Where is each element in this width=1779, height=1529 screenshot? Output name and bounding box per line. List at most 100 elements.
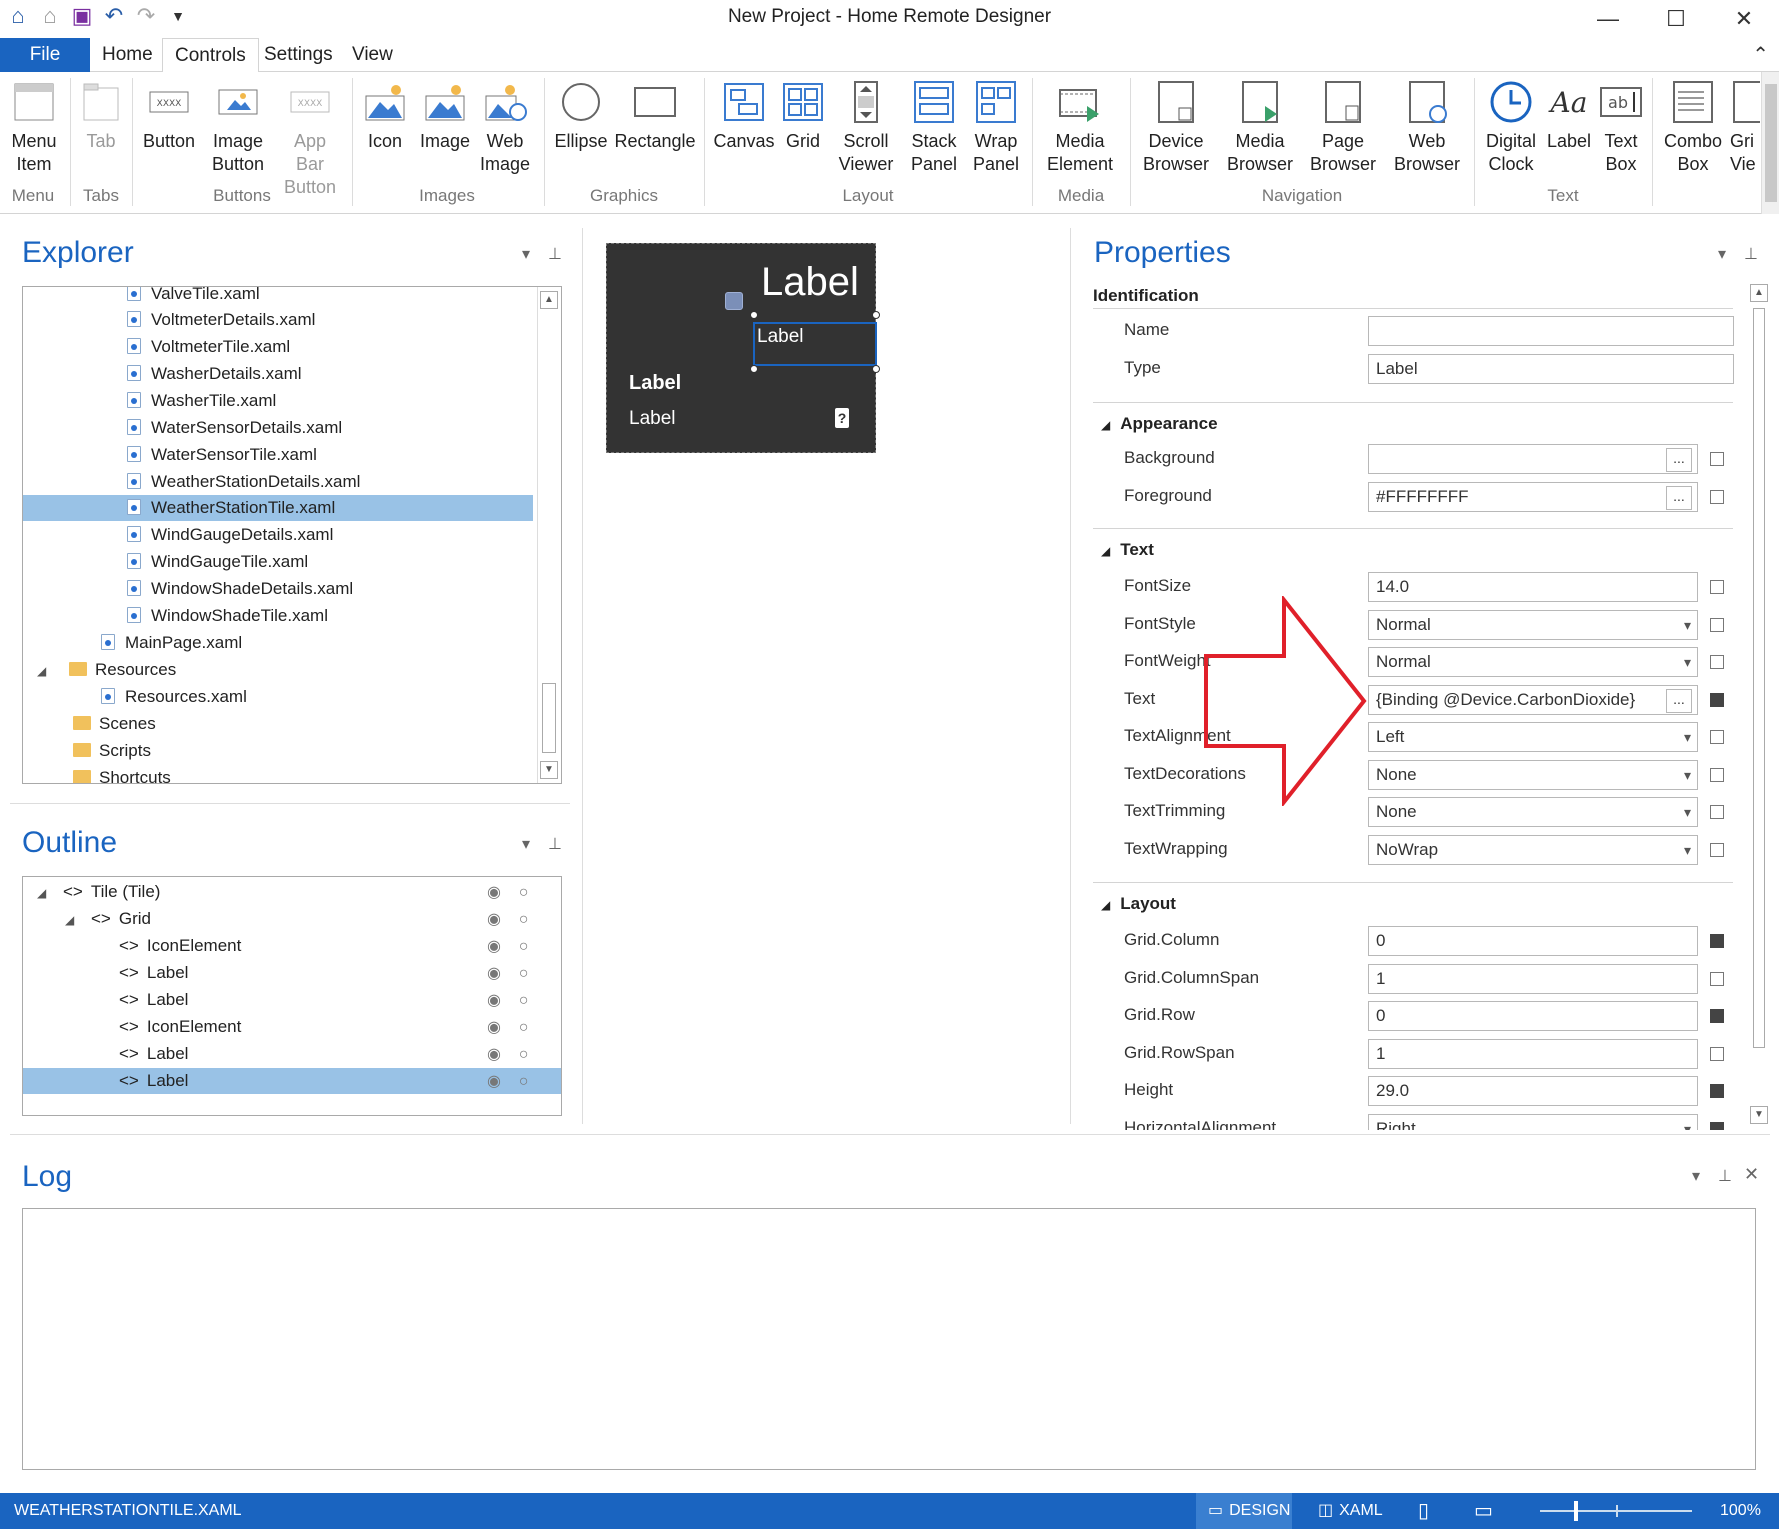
ellipsis-button[interactable]: ... xyxy=(1666,448,1692,472)
prop-texttrimming-select[interactable]: None xyxy=(1368,797,1698,827)
media-element-control[interactable]: Media Element xyxy=(1036,80,1124,176)
label-control[interactable]: Aa Label xyxy=(1544,80,1594,153)
prop-textwrapping-select[interactable]: NoWrap xyxy=(1368,835,1698,865)
zoom-slider-thumb[interactable] xyxy=(1574,1501,1578,1521)
property-marker[interactable] xyxy=(1710,452,1724,466)
eye-icon[interactable]: ◉ ○ xyxy=(487,960,547,987)
web-image-control[interactable]: Web Image xyxy=(476,80,534,176)
list-item[interactable]: Scripts xyxy=(23,738,533,764)
battery-icon[interactable]: ? xyxy=(835,408,849,428)
list-item[interactable]: ValveTile.xaml xyxy=(23,287,533,307)
button-control[interactable]: XXXX Button xyxy=(136,80,202,153)
outline-item[interactable]: ◢ <> Grid xyxy=(23,906,561,932)
property-marker[interactable] xyxy=(1710,655,1724,669)
prop-fontweight-select[interactable]: Normal xyxy=(1368,647,1698,677)
property-marker[interactable] xyxy=(1710,843,1724,857)
outline-item-selected[interactable]: <> Label xyxy=(23,1068,561,1094)
split-horizontal-icon[interactable]: ▭ xyxy=(1474,1493,1493,1529)
expand-arrow-icon[interactable]: ◢ xyxy=(37,880,51,906)
list-item[interactable]: WasherTile.xaml xyxy=(23,388,533,414)
tile-bold-label[interactable]: Label xyxy=(629,372,681,395)
list-item[interactable]: ◢ Resources xyxy=(23,657,533,683)
outline-item[interactable]: <> Label xyxy=(23,960,561,986)
icon-element-placeholder-icon[interactable] xyxy=(725,292,743,310)
tab-view[interactable]: View xyxy=(340,38,405,72)
prop-name-input[interactable] xyxy=(1368,316,1734,346)
expand-arrow-icon[interactable]: ◢ xyxy=(37,658,51,684)
prop-textdecorations-select[interactable]: None xyxy=(1368,760,1698,790)
explorer-dropdown-icon[interactable]: ▾ xyxy=(522,244,530,264)
prop-halign-select[interactable]: Right xyxy=(1368,1114,1698,1130)
digital-clock-control[interactable]: Digital Clock xyxy=(1478,80,1544,176)
ellipsis-button[interactable]: ... xyxy=(1666,486,1692,510)
rectangle-control[interactable]: Rectangle xyxy=(614,80,696,153)
prop-gridcolumn-input[interactable]: 0 xyxy=(1368,926,1698,956)
combo-box-control[interactable]: Combo Box xyxy=(1656,80,1730,176)
list-item[interactable]: WaterSensorTile.xaml xyxy=(23,442,533,468)
device-browser-control[interactable]: Device Browser xyxy=(1134,80,1218,176)
list-item[interactable]: WindGaugeTile.xaml xyxy=(23,549,533,575)
tile-small-label[interactable]: Label xyxy=(629,408,676,430)
tab-home[interactable]: Home xyxy=(90,38,165,72)
log-pin-icon[interactable]: ⊥ xyxy=(1718,1166,1732,1186)
list-item[interactable]: WasherDetails.xaml xyxy=(23,361,533,387)
menu-item-button[interactable]: Menu Item xyxy=(2,80,66,176)
prop-fontstyle-select[interactable]: Normal xyxy=(1368,610,1698,640)
grid-control[interactable]: Grid xyxy=(780,80,826,153)
media-browser-control[interactable]: Media Browser xyxy=(1218,80,1302,176)
eye-icon[interactable]: ◉ ○ xyxy=(487,879,547,906)
resize-handle[interactable] xyxy=(750,365,758,373)
list-item[interactable]: WeatherStationDetails.xaml xyxy=(23,469,533,495)
selected-label-box[interactable]: Label xyxy=(753,322,877,366)
image-control[interactable]: Image xyxy=(414,80,476,153)
wrap-panel-control[interactable]: Wrap Panel xyxy=(966,80,1026,176)
property-marker-set[interactable] xyxy=(1710,693,1724,707)
ellipse-control[interactable]: Ellipse xyxy=(548,80,614,153)
web-browser-control[interactable]: Web Browser xyxy=(1386,80,1468,176)
tab-file[interactable]: File xyxy=(0,38,90,72)
property-marker-set[interactable] xyxy=(1710,1122,1724,1130)
prop-textalignment-select[interactable]: Left xyxy=(1368,722,1698,752)
properties-scrollbar[interactable]: ▲ ▼ xyxy=(1748,282,1770,1130)
log-area[interactable] xyxy=(22,1208,1756,1470)
section-text[interactable]: ◢ Text xyxy=(1101,540,1154,560)
split-vertical-icon[interactable]: ▯ xyxy=(1418,1493,1429,1529)
list-item[interactable]: Scenes xyxy=(23,711,533,737)
resize-handle[interactable] xyxy=(872,365,880,373)
properties-dropdown-icon[interactable]: ▾ xyxy=(1718,244,1726,264)
list-item[interactable]: WindGaugeDetails.xaml xyxy=(23,522,533,548)
prop-text-input[interactable]: {Binding @Device.CarbonDioxide} xyxy=(1368,685,1698,715)
collapse-ribbon-icon[interactable]: ⌃ xyxy=(1752,42,1769,67)
eye-icon[interactable]: ◉ ○ xyxy=(487,987,547,1014)
scroll-up-icon[interactable]: ▲ xyxy=(1750,284,1768,302)
outline-pin-icon[interactable]: ⊥ xyxy=(548,834,562,854)
prop-gridrowspan-input[interactable]: 1 xyxy=(1368,1039,1698,1069)
canvas-control[interactable]: Canvas xyxy=(708,80,780,153)
property-marker[interactable] xyxy=(1710,1047,1724,1061)
scroll-thumb[interactable] xyxy=(1753,308,1765,1048)
list-item[interactable]: Shortcuts xyxy=(23,765,533,783)
outline-item[interactable]: <> Label xyxy=(23,1041,561,1067)
prop-gridrow-input[interactable]: 0 xyxy=(1368,1001,1698,1031)
eye-icon[interactable]: ◉ ○ xyxy=(487,1068,547,1095)
collapse-arrow-icon[interactable]: ◢ xyxy=(1101,898,1110,912)
property-marker[interactable] xyxy=(1710,490,1724,504)
scroll-thumb[interactable] xyxy=(542,683,556,753)
properties-pin-icon[interactable]: ⊥ xyxy=(1744,244,1758,264)
list-item[interactable]: VoltmeterTile.xaml xyxy=(23,334,533,360)
list-item[interactable]: WaterSensorDetails.xaml xyxy=(23,415,533,441)
prop-gridcolumnspan-input[interactable]: 1 xyxy=(1368,964,1698,994)
property-marker-set[interactable] xyxy=(1710,934,1724,948)
outline-item[interactable]: ◢ <> Tile (Tile) xyxy=(23,879,561,905)
eye-icon[interactable]: ◉ ○ xyxy=(487,1041,547,1068)
log-close-icon[interactable]: ✕ xyxy=(1744,1164,1759,1185)
close-button[interactable]: ✕ xyxy=(1714,2,1774,36)
eye-icon[interactable]: ◉ ○ xyxy=(487,1014,547,1041)
property-marker[interactable] xyxy=(1710,972,1724,986)
property-marker[interactable] xyxy=(1710,805,1724,819)
tile-big-label[interactable]: Label xyxy=(761,260,859,305)
property-marker[interactable] xyxy=(1710,730,1724,744)
property-marker[interactable] xyxy=(1710,580,1724,594)
list-item[interactable]: WindowShadeTile.xaml xyxy=(23,603,533,629)
list-item-selected[interactable]: WeatherStationTile.xaml xyxy=(23,495,533,521)
